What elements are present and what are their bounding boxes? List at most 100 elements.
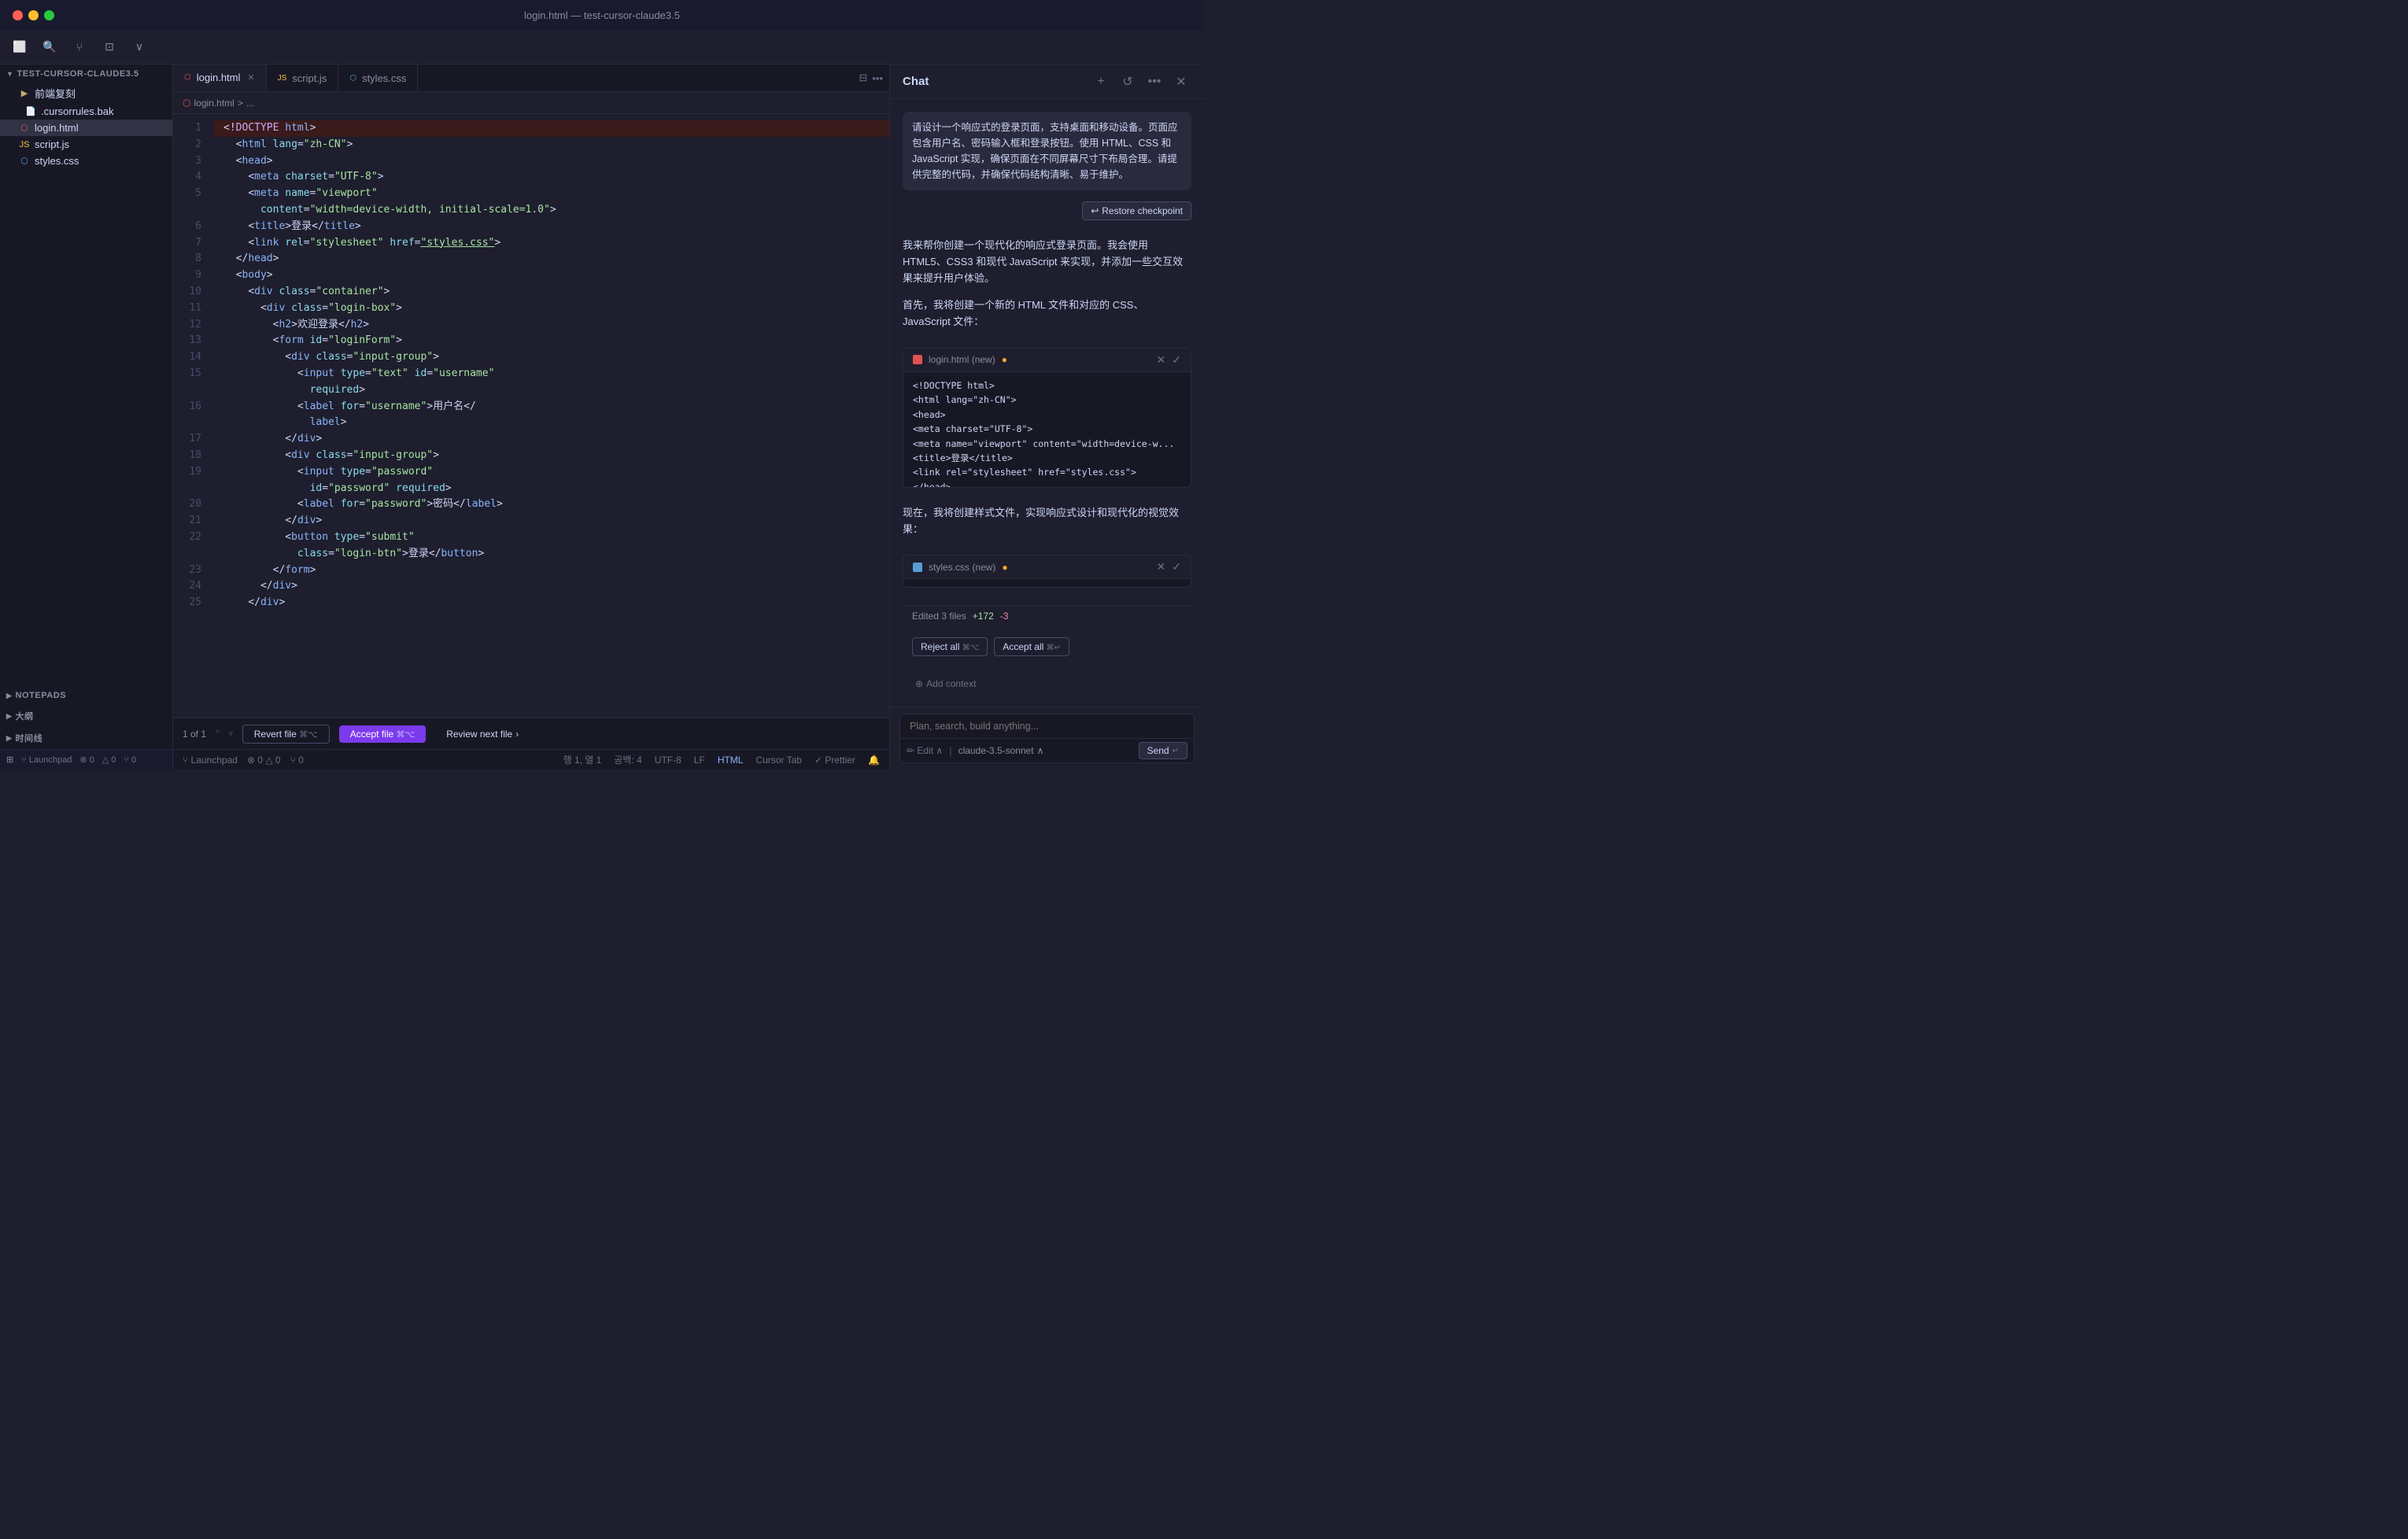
css-code-close-icon[interactable]: ✕ bbox=[1157, 560, 1166, 574]
html-code-label: login.html (new) bbox=[929, 354, 995, 365]
css-code-body: * { bbox=[903, 579, 1191, 588]
sidebar-item-styles-css[interactable]: ⬡ styles.css bbox=[0, 153, 172, 169]
source-control-icon[interactable]: ⑂ bbox=[69, 37, 90, 57]
accept-file-button[interactable]: Accept file ⌘⌥ bbox=[339, 725, 426, 743]
error-count: ⊗ 0 bbox=[79, 755, 94, 765]
code-line-16: <label for="username">用户名</ bbox=[214, 399, 889, 415]
add-context-label: Add context bbox=[926, 678, 976, 689]
spaces-label: 공백: 4 bbox=[614, 753, 641, 766]
code-line-21: </div> bbox=[214, 513, 889, 530]
new-file-icon[interactable]: ⬜ bbox=[9, 37, 30, 57]
send-button[interactable]: Send ↵ bbox=[1139, 742, 1187, 759]
chat-input-footer: ✏ Edit ∧ | claude-3.5-sonnet ∧ Send ↵ bbox=[900, 738, 1194, 762]
traffic-lights bbox=[13, 10, 54, 20]
timeline-header[interactable]: ▶ 时间线 bbox=[0, 727, 172, 749]
assistant-message-2: 首先，我将创建一个新的 HTML 文件和对应的 CSS、JavaScript 文… bbox=[903, 297, 1191, 330]
send-label: Send bbox=[1147, 745, 1169, 756]
more-icon[interactable]: ∨ bbox=[129, 37, 150, 57]
html-code-line: <link rel="stylesheet" href="styles.css"… bbox=[913, 465, 1181, 479]
code-line-11: <div class="login-box"> bbox=[214, 301, 889, 317]
sidebar-item-folder-frontend[interactable]: ▶ 前端复刻 bbox=[0, 83, 172, 103]
code-line-7: <link rel="stylesheet" href="styles.css"… bbox=[214, 235, 889, 252]
maximize-button[interactable] bbox=[44, 10, 54, 20]
chat-panel: Chat + ↺ ••• ✕ 请设计一个响应式的登录页面，支持桌面和移动设备。页… bbox=[889, 65, 1204, 770]
review-next-button[interactable]: Review next file › bbox=[435, 725, 530, 743]
file-label: styles.css bbox=[35, 155, 79, 167]
code-line-5b: content="width=device-width, initial-sca… bbox=[214, 202, 889, 219]
titlebar: login.html — test-cursor-claude3.5 bbox=[0, 0, 1204, 30]
notepads-header[interactable]: ▶ NOTEPADS bbox=[0, 686, 172, 705]
tab-login-html[interactable]: ⬡ login.html ✕ bbox=[173, 65, 267, 91]
split-editor-icon[interactable]: ⊟ bbox=[859, 72, 867, 84]
timeline-chevron: ▶ bbox=[6, 734, 12, 743]
code-line-15: <input type="text" id="username" bbox=[214, 366, 889, 382]
revert-file-button[interactable]: Revert file ⌘⌥ bbox=[242, 725, 330, 744]
project-header[interactable]: ▼ TEST-CURSOR-CLAUDE3.5 bbox=[0, 65, 172, 83]
css-file-icon: ⬡ bbox=[19, 156, 30, 167]
diff-arrow-down[interactable]: v bbox=[229, 729, 233, 738]
outline-label: 大纲 bbox=[15, 710, 33, 722]
chat-close-icon[interactable]: ✕ bbox=[1171, 72, 1191, 92]
tab-bar: ⬡ login.html ✕ JS script.js ⬡ styles.css… bbox=[173, 65, 889, 92]
restore-icon: ↩ bbox=[1091, 205, 1099, 216]
diff-add-count: +172 bbox=[973, 611, 994, 622]
new-chat-icon[interactable]: + bbox=[1091, 72, 1111, 92]
user-message-text: 请设计一个响应式的登录页面，支持桌面和移动设备。页面应包含用户名、密码输入框和登… bbox=[912, 122, 1178, 180]
outline-chevron: ▶ bbox=[6, 712, 12, 721]
notifications-icon[interactable]: 🔔 bbox=[868, 755, 880, 766]
chat-title: Chat bbox=[903, 75, 1084, 88]
extensions-icon[interactable]: ⊡ bbox=[99, 37, 120, 57]
code-line-18: <div class="input-group"> bbox=[214, 448, 889, 464]
chat-history-icon[interactable]: ↺ bbox=[1117, 72, 1138, 92]
code-line-5: <meta name="viewport" bbox=[214, 186, 889, 202]
breadcrumb-filename: login.html bbox=[194, 98, 234, 109]
close-button[interactable] bbox=[13, 10, 23, 20]
restore-checkpoint-container: ↩ Restore checkpoint bbox=[903, 201, 1191, 227]
tab-label: styles.css bbox=[362, 72, 406, 84]
launchpad-icon[interactable]: ⊞ bbox=[6, 755, 13, 765]
chat-more-icon[interactable]: ••• bbox=[1144, 72, 1165, 92]
source-control-status: ⑂ Launchpad bbox=[183, 755, 238, 766]
code-container: 1 2 3 4 5 6 7 8 9 10 11 12 13 14 15 bbox=[173, 114, 889, 718]
add-context-button[interactable]: ⊕ Add context bbox=[906, 674, 985, 694]
accept-all-button[interactable]: Accept all ⌘↵ bbox=[994, 637, 1069, 656]
language[interactable]: HTML bbox=[718, 755, 744, 766]
sidebar-item-script-js[interactable]: JS script.js bbox=[0, 136, 172, 153]
revert-shortcut: ⌘⌥ bbox=[299, 730, 318, 740]
minimize-button[interactable] bbox=[28, 10, 39, 20]
outline-header[interactable]: ▶ 大纲 bbox=[0, 705, 172, 727]
chat-input[interactable] bbox=[900, 714, 1194, 738]
html-code-line: </head> bbox=[913, 480, 1181, 488]
indent-type[interactable]: Cursor Tab bbox=[755, 755, 801, 766]
line-ending: LF bbox=[694, 755, 705, 766]
code-line-19: <input type="password" bbox=[214, 464, 889, 481]
code-line-22: <button type="submit" bbox=[214, 530, 889, 546]
sidebar-item-login-html[interactable]: ⬡ login.html bbox=[0, 120, 172, 136]
code-line-10: <div class="container"> bbox=[214, 284, 889, 301]
diff-arrow-up[interactable]: ^ bbox=[216, 729, 220, 738]
more-tab-actions-icon[interactable]: ••• bbox=[872, 72, 883, 84]
tab-styles-css[interactable]: ⬡ styles.css bbox=[338, 65, 418, 91]
code-block-close-icon[interactable]: ✕ bbox=[1157, 353, 1166, 367]
chat-input-box: ✏ Edit ∧ | claude-3.5-sonnet ∧ Send ↵ bbox=[899, 714, 1195, 763]
css-code-check-icon[interactable]: ✓ bbox=[1172, 560, 1181, 574]
code-line-3: <head> bbox=[214, 153, 889, 170]
code-editor[interactable]: <!DOCTYPE html> <html lang="zh-CN"> <hea… bbox=[214, 114, 889, 718]
accept-file-label: Accept file bbox=[350, 729, 393, 740]
search-icon[interactable]: 🔍 bbox=[39, 37, 60, 57]
edit-label[interactable]: ✏ Edit ∧ bbox=[907, 745, 943, 756]
tab-script-js[interactable]: JS script.js bbox=[267, 65, 339, 91]
remote-count: ⑂ 0 bbox=[290, 755, 304, 766]
reject-all-button[interactable]: Reject all ⌘⌥ bbox=[912, 637, 988, 656]
restore-checkpoint-button[interactable]: ↩ Restore checkpoint bbox=[1082, 201, 1191, 220]
html-code-block: login.html (new) ● ✕ ✓ <!DOCTYPE html> <… bbox=[903, 348, 1191, 488]
html-code-line: <meta name="viewport" content="width=dev… bbox=[913, 437, 1181, 451]
model-selector[interactable]: claude-3.5-sonnet ∧ bbox=[958, 745, 1044, 756]
html-code-line: <title>登录</title> bbox=[913, 451, 1181, 465]
sidebar-item-cursorrules[interactable]: 📄 .cursorrules.bak bbox=[0, 103, 172, 120]
app-layout: ⬜ 🔍 ⑂ ⊡ ∨ ▼ TEST-CURSOR-CLAUDE3.5 ▶ 前端复刻… bbox=[0, 30, 1204, 770]
tab-close-icon[interactable]: ✕ bbox=[247, 72, 254, 83]
code-block-check-icon[interactable]: ✓ bbox=[1172, 353, 1181, 367]
line-numbers: 1 2 3 4 5 6 7 8 9 10 11 12 13 14 15 bbox=[173, 114, 214, 718]
code-line-23: </form> bbox=[214, 563, 889, 579]
